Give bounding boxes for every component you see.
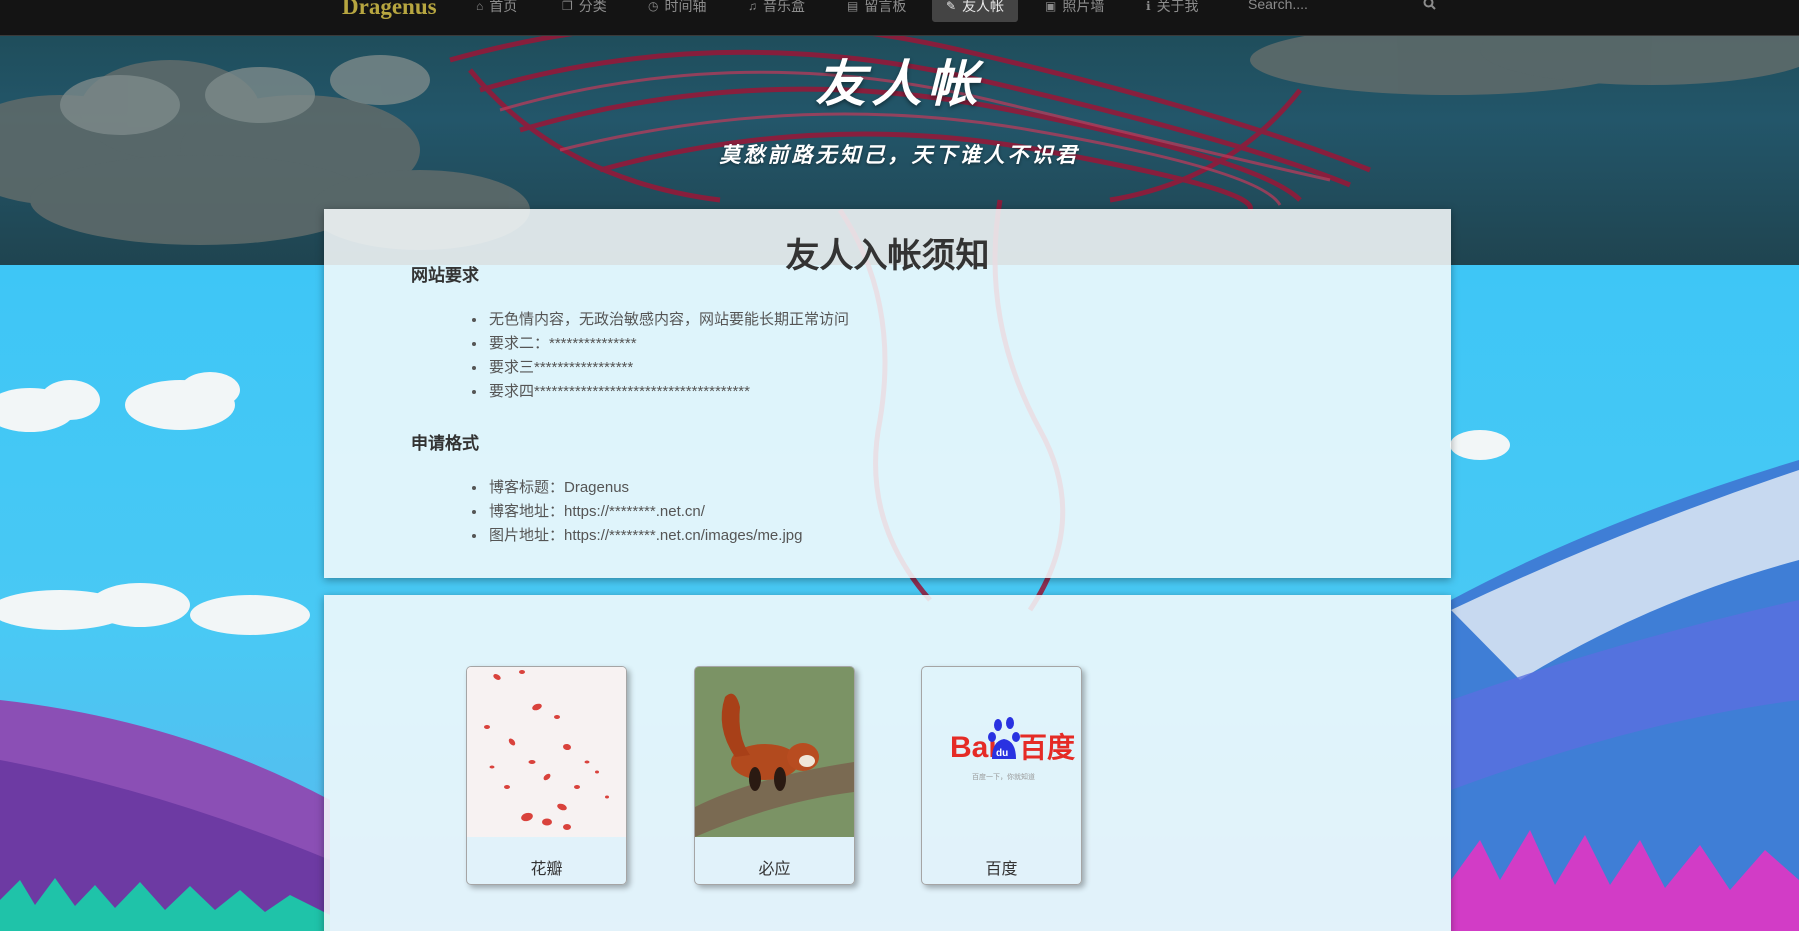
notice-panel: 友人入帐须知 网站要求 无色情内容，无政治敏感内容，网站要能长期正常访问 要求二…: [324, 209, 1451, 578]
nav-item-friends[interactable]: ✎ 友人帐: [932, 0, 1019, 22]
search-input[interactable]: [1248, 0, 1428, 15]
book-icon: ▤: [847, 0, 859, 13]
music-icon: ♫: [748, 0, 757, 13]
search-icon[interactable]: [1423, 0, 1436, 13]
nav-item-label: 首页: [489, 0, 518, 14]
friend-card-petals[interactable]: 花瓣: [466, 666, 627, 885]
nav-item-category[interactable]: ❐ 分类: [562, 0, 607, 22]
copy-icon: ❐: [562, 0, 573, 13]
friend-name: 百度: [985, 861, 1018, 878]
hero-subtitle: 莫愁前路无知己，天下谁人不识君: [719, 142, 1080, 167]
notice-title: 友人入帐须知: [785, 237, 990, 275]
info-icon: ℹ: [1146, 0, 1151, 13]
requirements-list: 无色情内容，无政治敏感内容，网站要能长期正常访问 要求二：***********…: [487, 308, 849, 404]
section-heading-format: 申请格式: [411, 434, 479, 453]
nav-item-music[interactable]: ♫ 音乐盒: [748, 0, 805, 22]
nav-item-label: 照片墙: [1062, 0, 1105, 14]
nav-item-label: 友人帐: [962, 0, 1005, 14]
nav-item-home[interactable]: ⌂ 首页: [476, 0, 517, 22]
svg-text:百度: 百度: [1019, 731, 1075, 764]
nav-item-about[interactable]: ℹ 关于我: [1146, 0, 1199, 22]
list-item: 要求二：***************: [487, 332, 849, 356]
list-item: 博客地址：https://********.net.cn/: [487, 500, 802, 524]
friend-card-baidu[interactable]: Bai du 百度 百度一下，你就知道 百度: [921, 666, 1082, 885]
picture-icon: ▣: [1045, 0, 1057, 13]
pencil-icon: ✎: [946, 0, 957, 13]
nav-item-label: 音乐盒: [763, 0, 805, 14]
nav-item-photos[interactable]: ▣ 照片墙: [1045, 0, 1104, 22]
friend-name: 花瓣: [530, 861, 563, 878]
list-item: 要求四*************************************: [487, 380, 849, 404]
baidu-logo-image: Bai du 百度 百度一下，你就知道: [950, 717, 1075, 781]
home-icon: ⌂: [476, 0, 484, 13]
top-navbar: Dragenus ⌂ 首页 ❐ 分类 ◷ 时间轴 ♫ 音乐盒 ▤ 留言板 ✎ 友…: [0, 0, 1799, 36]
petals-image: [467, 667, 626, 837]
nav-item-guestbook[interactable]: ▤ 留言板: [847, 0, 906, 22]
format-list: 博客标题：Dragenus 博客地址：https://********.net.…: [487, 476, 802, 548]
nav-item-label: 留言板: [864, 0, 907, 14]
brand-logo[interactable]: Dragenus: [342, 0, 437, 20]
red-panda-image: [695, 667, 854, 837]
svg-text:du: du: [996, 748, 1008, 759]
section-heading-requirements: 网站要求: [411, 266, 479, 285]
clock-icon: ◷: [648, 0, 659, 13]
nav-item-label: 时间轴: [664, 0, 707, 14]
list-item: 图片地址：https://********.net.cn/images/me.j…: [487, 524, 802, 548]
svg-text:百度一下，你就知道: 百度一下，你就知道: [972, 772, 1035, 781]
friends-panel: 花瓣 必应 Bai du 百度 百度一下，你就知道 百度: [324, 595, 1451, 931]
list-item: 无色情内容，无政治敏感内容，网站要能长期正常访问: [487, 308, 849, 332]
friend-card-bing[interactable]: 必应: [694, 666, 855, 885]
hero-title: 友人帐: [815, 54, 984, 113]
nav-item-label: 分类: [578, 0, 607, 14]
nav-item-label: 关于我: [1156, 0, 1199, 14]
nav-item-timeline[interactable]: ◷ 时间轴: [648, 0, 706, 22]
list-item: 要求三*****************: [487, 356, 849, 380]
friend-name: 必应: [758, 861, 791, 878]
list-item: 博客标题：Dragenus: [487, 476, 802, 500]
